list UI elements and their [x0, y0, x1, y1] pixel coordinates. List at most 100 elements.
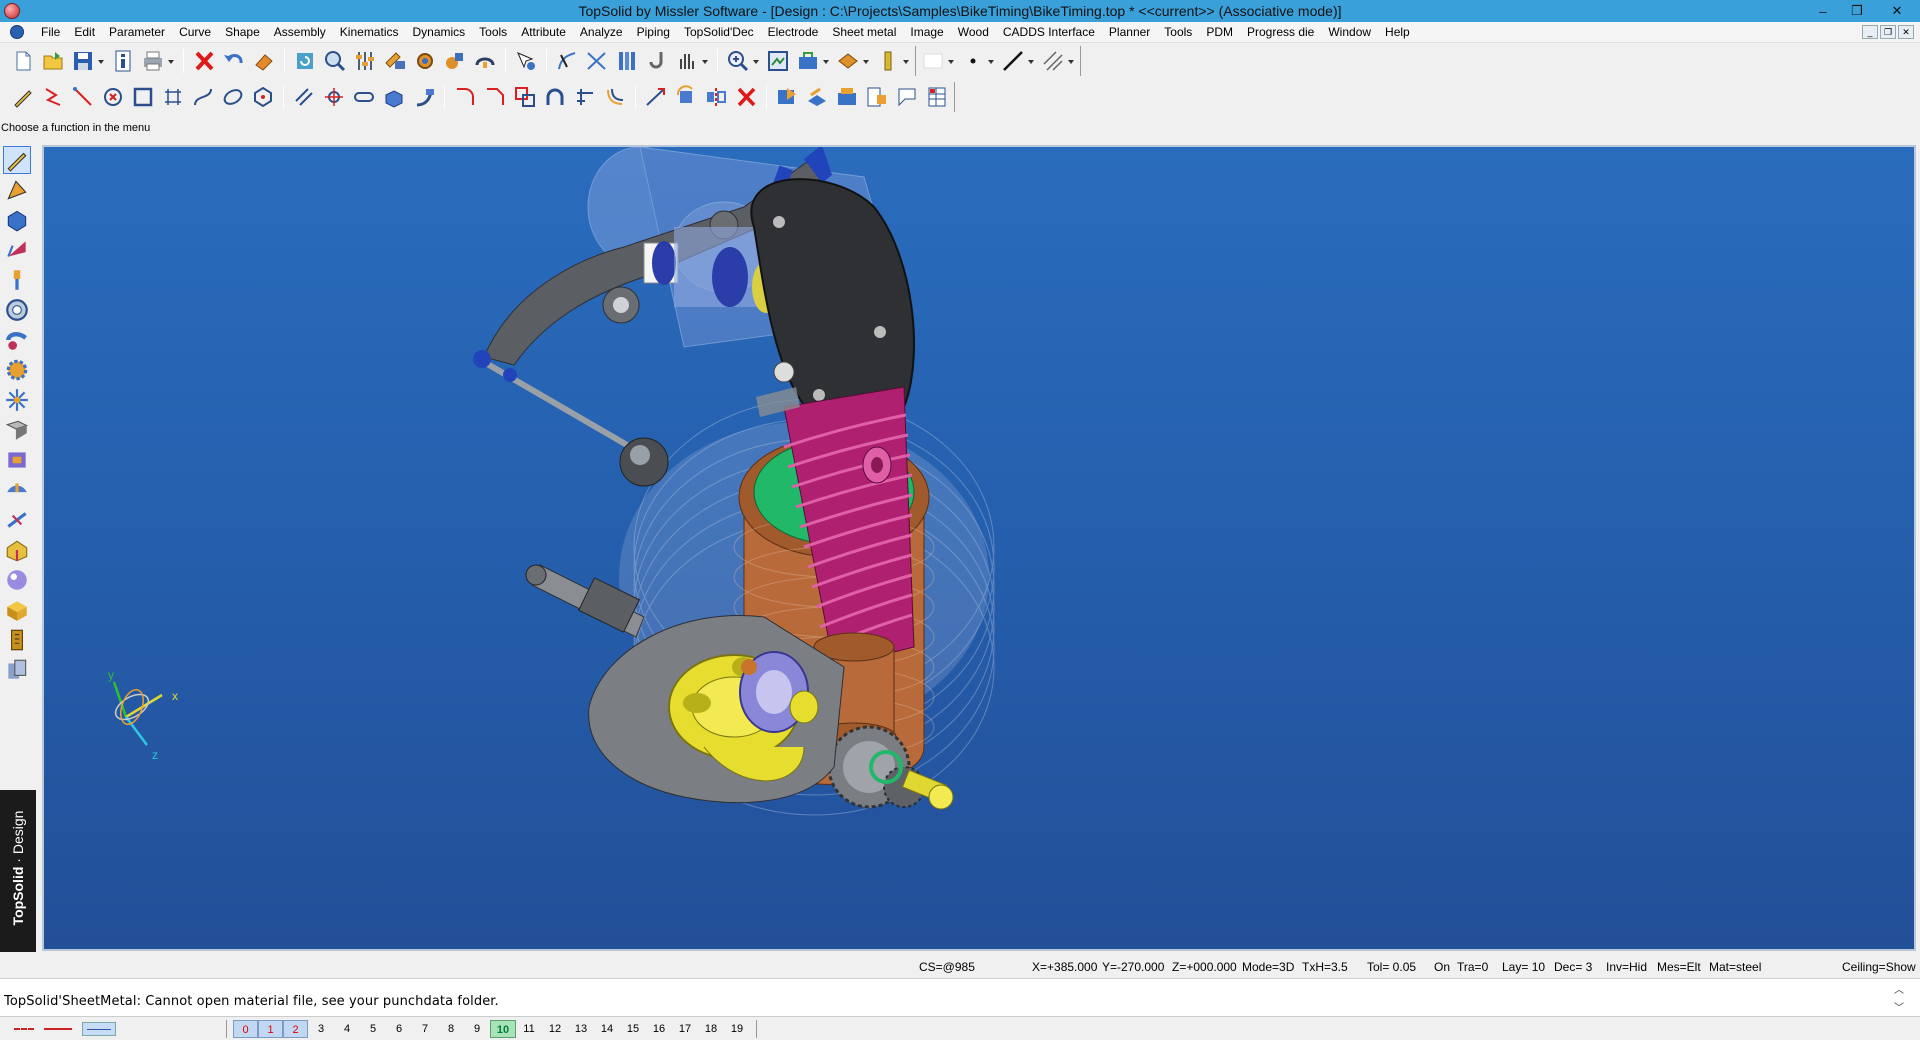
settings-sliders-icon[interactable]: [353, 49, 377, 73]
point-style-icon[interactable]: [961, 49, 985, 73]
app-icon[interactable]: [4, 3, 20, 19]
layer-17[interactable]: 17: [672, 1020, 698, 1038]
menu-shape[interactable]: Shape: [218, 22, 267, 43]
zoom-dropdown[interactable]: [753, 49, 760, 73]
hook-icon[interactable]: [645, 49, 669, 73]
status-mat[interactable]: Mat=steel: [1709, 960, 1761, 974]
layer-18[interactable]: 18: [698, 1020, 724, 1038]
ellipse-icon[interactable]: [221, 85, 245, 109]
gear-palette-icon[interactable]: [4, 357, 30, 383]
menu-planner[interactable]: Planner: [1102, 22, 1157, 43]
delete-icon[interactable]: [192, 49, 216, 73]
layer-6[interactable]: 6: [386, 1020, 412, 1038]
layer-19[interactable]: 19: [724, 1020, 750, 1038]
assembly-tool-icon[interactable]: [443, 49, 467, 73]
menu-edit[interactable]: Edit: [67, 22, 102, 43]
point-style-dropdown[interactable]: [988, 49, 995, 73]
mdi-close-button[interactable]: ✕: [1898, 25, 1914, 39]
layer-11[interactable]: 11: [516, 1020, 542, 1038]
menu-help[interactable]: Help: [1378, 22, 1417, 43]
rendering-palette-icon[interactable]: [4, 567, 30, 593]
layer-4[interactable]: 4: [334, 1020, 360, 1038]
status-cs[interactable]: CS=@985: [919, 960, 975, 974]
wood-palette-icon[interactable]: [4, 537, 30, 563]
chamfer-icon[interactable]: [483, 85, 507, 109]
dimension-frame-icon[interactable]: [161, 85, 185, 109]
offset-curve-icon[interactable]: [603, 85, 627, 109]
status-on[interactable]: On: [1434, 960, 1450, 974]
status-tra[interactable]: Tra=0: [1457, 960, 1488, 974]
layer-3[interactable]: 3: [308, 1020, 334, 1038]
line-style-icon[interactable]: [1001, 49, 1025, 73]
status-mes[interactable]: Mes=Elt: [1657, 960, 1701, 974]
point-icon[interactable]: [101, 85, 125, 109]
drawing-view-icon[interactable]: [775, 85, 799, 109]
menu-topsolid-dec[interactable]: TopSolid'Dec: [677, 22, 761, 43]
status-ceiling[interactable]: Ceiling=Show: [1842, 960, 1916, 974]
pointer-star-icon[interactable]: [514, 49, 538, 73]
menu-analyze[interactable]: Analyze: [573, 22, 630, 43]
hand-pan-icon[interactable]: [675, 49, 699, 73]
columns-icon[interactable]: [615, 49, 639, 73]
color-dropdown[interactable]: [948, 49, 955, 73]
clamp-icon[interactable]: [473, 49, 497, 73]
chevron-up-icon[interactable]: ︿: [1892, 981, 1906, 996]
undo-icon[interactable]: [222, 49, 246, 73]
status-lay[interactable]: Lay= 10: [1502, 960, 1545, 974]
fillet-icon[interactable]: [453, 85, 477, 109]
layer-0[interactable]: 0: [233, 1019, 258, 1038]
layer-2[interactable]: 2: [283, 1019, 308, 1038]
sheet-metal-palette-icon[interactable]: [4, 417, 30, 443]
menu-electrode[interactable]: Electrode: [761, 22, 826, 43]
table-icon[interactable]: [925, 85, 949, 109]
polyline-icon[interactable]: [41, 85, 65, 109]
arch-icon[interactable]: [543, 85, 567, 109]
restore-button[interactable]: ❐: [1840, 0, 1874, 22]
view-dropdown[interactable]: [823, 49, 830, 73]
solid-line-style[interactable]: [44, 1027, 72, 1030]
trim-icon[interactable]: [585, 49, 609, 73]
menu-file[interactable]: File: [34, 22, 67, 43]
layer-tool-icon[interactable]: [876, 49, 900, 73]
layer-5[interactable]: 5: [360, 1020, 386, 1038]
minimize-button[interactable]: –: [1806, 0, 1840, 22]
menu-dynamics[interactable]: Dynamics: [405, 22, 472, 43]
design-mode-tab[interactable]: TopSolid · Design: [0, 790, 36, 952]
stretch-icon[interactable]: [644, 85, 668, 109]
save-icon[interactable]: [71, 49, 95, 73]
piping-palette-icon[interactable]: [4, 327, 30, 353]
layer-9[interactable]: 9: [464, 1020, 490, 1038]
mold-palette-icon[interactable]: [4, 447, 30, 473]
layer-15[interactable]: 15: [620, 1020, 646, 1038]
wire-palette-icon[interactable]: [4, 507, 30, 533]
design-pencil-icon[interactable]: [3, 146, 31, 174]
measure-tool-icon[interactable]: [383, 49, 407, 73]
fastener-palette-icon[interactable]: [4, 267, 30, 293]
layer-1[interactable]: 1: [258, 1019, 283, 1038]
save-dropdown[interactable]: [98, 49, 105, 73]
zoom-search-icon[interactable]: [323, 49, 347, 73]
layer-7[interactable]: 7: [412, 1020, 438, 1038]
shape-palette-icon[interactable]: [4, 207, 30, 233]
layer-10-current[interactable]: 10: [490, 1019, 516, 1038]
mirror-icon[interactable]: [704, 85, 728, 109]
layer-tool-dropdown[interactable]: [903, 49, 910, 73]
menu-piping[interactable]: Piping: [630, 22, 677, 43]
menu-assembly[interactable]: Assembly: [267, 22, 333, 43]
chevron-down-icon[interactable]: ﹀: [1892, 999, 1906, 1014]
open-folder-icon[interactable]: [41, 49, 65, 73]
material-palette-icon[interactable]: [4, 597, 30, 623]
layer-13[interactable]: 13: [568, 1020, 594, 1038]
spring-palette-icon[interactable]: [4, 387, 30, 413]
status-dec[interactable]: Dec= 3: [1554, 960, 1592, 974]
project-view-icon[interactable]: [805, 85, 829, 109]
mdi-restore-button[interactable]: ❐: [1880, 25, 1896, 39]
zoom-in-icon[interactable]: [726, 49, 750, 73]
render-dropdown[interactable]: [863, 49, 870, 73]
sketch-icon[interactable]: [11, 85, 35, 109]
line-icon[interactable]: [71, 85, 95, 109]
layer-14[interactable]: 14: [594, 1020, 620, 1038]
bearing-palette-icon[interactable]: [4, 297, 30, 323]
print-icon[interactable]: [141, 49, 165, 73]
center-point-icon[interactable]: [322, 85, 346, 109]
